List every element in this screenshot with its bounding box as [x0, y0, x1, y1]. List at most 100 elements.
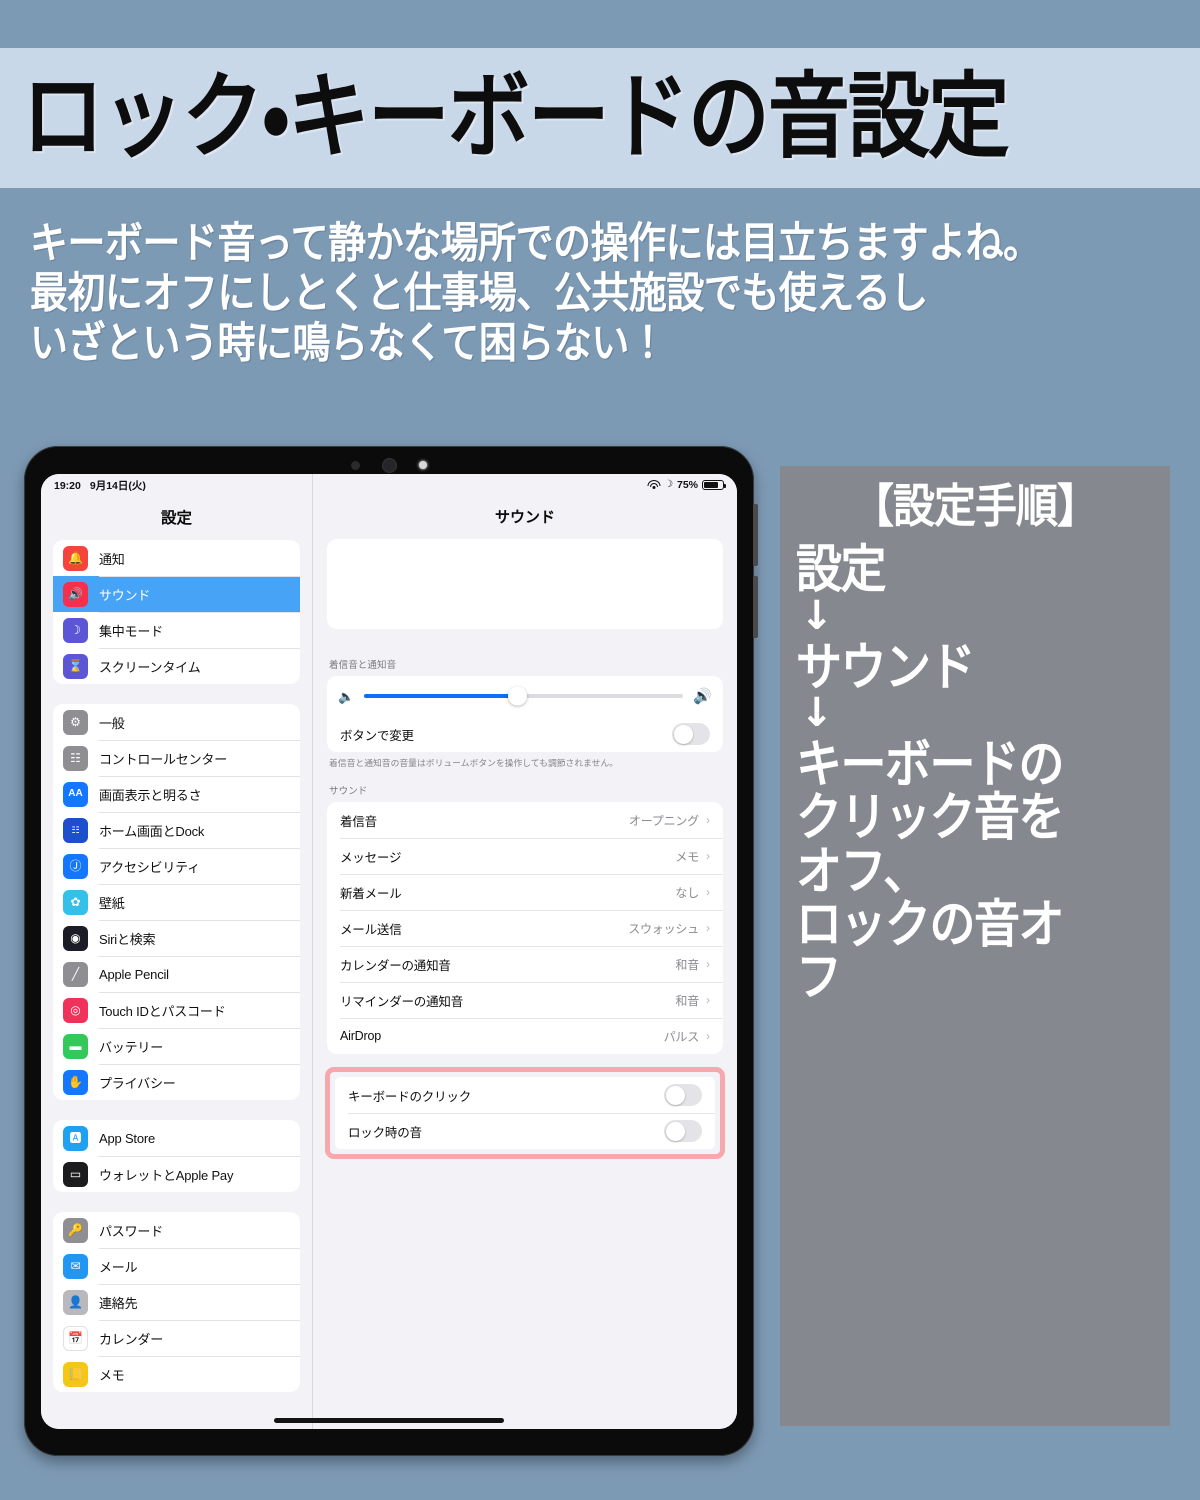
sidebar-item-privacy[interactable]: ✋ プライバシー [53, 1064, 300, 1100]
sidebar-item-battery[interactable]: ▬ バッテリー [53, 1028, 300, 1064]
sidebar-item-label: メール [99, 1259, 138, 1275]
sidebar-item-control-center[interactable]: ☷ コントロールセンター [53, 740, 300, 776]
sidebar-item-label: パスワード [99, 1223, 164, 1239]
sidebar-item-apple-pencil[interactable]: ╱ Apple Pencil [53, 956, 300, 992]
sound-row-message[interactable]: メッセージ メモ › [327, 838, 723, 874]
ringer-volume-slider-row[interactable]: 🔈 🔊 [327, 676, 723, 716]
sensor-light-icon [419, 461, 427, 469]
mail-icon: ✉ [63, 1253, 88, 1279]
subtitle-line-1: キーボード音って静かな場所での操作には目立ちますよね。 [30, 218, 1041, 268]
slider-fill [364, 694, 518, 698]
sidebar-item-app-store[interactable]: 🅰 App Store [53, 1120, 300, 1156]
sidebar-group-4: 🔑 パスワード ✉ メール 👤 連絡先 📅 カレンダー 📒 メモ [53, 1212, 300, 1392]
sidebar-item-wallpaper[interactable]: ✿ 壁紙 [53, 884, 300, 920]
sidebar-item-label: カレンダー [99, 1331, 164, 1347]
volume-down-button[interactable] [753, 576, 758, 638]
chevron-right-icon: › [706, 813, 710, 828]
sound-row-label: メッセージ [340, 850, 402, 865]
sidebar-item-label: ホーム画面とDock [99, 823, 205, 839]
highlight-annotation-box: キーボードのクリック ロック時の音 [325, 1067, 725, 1160]
sidebar-group-3: 🅰 App Store ▭ ウォレットとApple Pay [53, 1120, 300, 1192]
change-with-buttons-toggle[interactable] [672, 723, 710, 745]
sidebar-item-label: 集中モード [99, 623, 164, 639]
keyboard-clicks-row[interactable]: キーボードのクリック [335, 1077, 715, 1113]
speaker-icon: 🔊 [63, 581, 88, 607]
sound-row-label: 新着メール [340, 886, 402, 901]
ringer-volume-slider[interactable] [364, 686, 684, 706]
battery-icon: ▬ [63, 1033, 88, 1059]
sidebar-item-sounds[interactable]: 🔊 サウンド [53, 576, 300, 612]
volume-section-header: 着信音と通知音 [329, 660, 397, 671]
sound-row-reminder-alert[interactable]: リマインダーの通知音 和音 › [327, 982, 723, 1018]
sidebar-item-notes[interactable]: 📒 メモ [53, 1356, 300, 1392]
sound-row-label: カレンダーの通知音 [340, 958, 451, 973]
wifi-icon [647, 480, 661, 490]
sound-row-value: 和音 [675, 993, 699, 1008]
sound-row-new-mail[interactable]: 新着メール なし › [327, 874, 723, 910]
detail-title: サウンド [494, 509, 555, 526]
wallet-icon: ▭ [63, 1161, 88, 1187]
home-indicator[interactable] [274, 1418, 504, 1423]
sound-row-sent-mail[interactable]: メール送信 スウォッシュ › [327, 910, 723, 946]
sidebar-item-general[interactable]: ⚙ 一般 [53, 704, 300, 740]
sidebar-item-calendar[interactable]: 📅 カレンダー [53, 1320, 300, 1356]
sidebar-item-touchid-passcode[interactable]: ◎ Touch IDとパスコード [53, 992, 300, 1028]
appstore-icon: 🅰 [63, 1125, 88, 1151]
ipad-device: 19:20 9月14日(火) ☽ 75% 設定 🔔 通知 🔊 サウンド ☽ 集中… [24, 446, 758, 1456]
slider-knob[interactable] [507, 686, 527, 706]
chevron-right-icon: › [706, 849, 710, 864]
sound-row-calendar-alert[interactable]: カレンダーの通知音 和音 › [327, 946, 723, 982]
fingerprint-icon: ◎ [63, 997, 88, 1023]
sidebar-item-notifications[interactable]: 🔔 通知 [53, 540, 300, 576]
sound-row-value: メモ [675, 849, 699, 864]
hourglass-icon: ⌛ [63, 653, 88, 679]
sidebar-item-siri-search[interactable]: ◉ Siriと検索 [53, 920, 300, 956]
sound-row-airdrop[interactable]: AirDrop パルス › [327, 1018, 723, 1054]
arrow-down-icon-1: ↓ [800, 592, 834, 639]
sounds-card: 着信音 オープニング › メッセージ メモ › 新着メール なし › メール送信… [327, 802, 723, 1055]
notes-icon: 📒 [63, 1361, 88, 1387]
sound-row-label: メール送信 [340, 922, 402, 937]
sidebar-item-passwords[interactable]: 🔑 パスワード [53, 1212, 300, 1248]
sidebar-item-label: コントロールセンター [99, 751, 228, 767]
chevron-right-icon: › [706, 921, 710, 936]
sidebar-item-label: プライバシー [99, 1075, 176, 1091]
sound-row-value: なし [675, 885, 699, 900]
change-with-buttons-row[interactable]: ボタンで変更 [327, 716, 723, 752]
step-settings: 設定 [796, 539, 887, 600]
speaker-high-icon: 🔊 [693, 687, 712, 705]
sidebar-item-label: 通知 [99, 551, 125, 567]
battery-percent-label: 75% [676, 479, 698, 491]
step-detail-line-3: オフ、 [796, 840, 929, 902]
subtitle-block: キーボード音って静かな場所での操作には目立ちますよね。 最初にオフにしとくと仕事… [30, 218, 1180, 368]
sidebar-item-label: Apple Pencil [99, 966, 169, 982]
subtitle-line-2: 最初にオフにしとくと仕事場、公共施設でも使えるし [30, 268, 928, 318]
sidebar-item-contacts[interactable]: 👤 連絡先 [53, 1284, 300, 1320]
sidebar-item-accessibility[interactable]: Ⓙ アクセシビリティ [53, 848, 300, 884]
steps-instruction-panel: 【設定手順】 設定 ↓ サウンド ↓ キーボードの クリック音を オフ、 ロック… [780, 466, 1170, 1426]
battery-icon [702, 480, 726, 490]
keyboard-clicks-toggle[interactable] [664, 1084, 702, 1107]
sidebar-item-screentime[interactable]: ⌛ スクリーンタイム [53, 648, 300, 684]
settings-sidebar[interactable]: 設定 🔔 通知 🔊 サウンド ☽ 集中モード ⌛ スクリーンタイム ⚙ 一般 ☷… [41, 474, 313, 1429]
sidebar-item-focus[interactable]: ☽ 集中モード [53, 612, 300, 648]
volume-up-button[interactable] [753, 504, 758, 566]
sidebar-item-label: バッテリー [99, 1039, 164, 1055]
sidebar-item-wallet-apple-pay[interactable]: ▭ ウォレットとApple Pay [53, 1156, 300, 1192]
status-time: 19:20 [54, 479, 81, 492]
sidebar-item-home-screen-dock[interactable]: ☷ ホーム画面とDock [53, 812, 300, 848]
lock-sound-row[interactable]: ロック時の音 [335, 1113, 715, 1149]
sidebar-item-display-brightness[interactable]: AA 画面表示と明るさ [53, 776, 300, 812]
front-camera-icon [382, 457, 397, 473]
sound-row-ringtone[interactable]: 着信音 オープニング › [327, 802, 723, 838]
sidebar-group-2: ⚙ 一般 ☷ コントロールセンター AA 画面表示と明るさ ☷ ホーム画面とDo… [53, 704, 300, 1100]
contacts-icon: 👤 [63, 1289, 88, 1315]
lock-sound-toggle[interactable] [664, 1120, 702, 1143]
keyboard-clicks-label: キーボードのクリック [348, 1089, 472, 1104]
front-sensor-row [24, 454, 754, 476]
aa-icon: AA [63, 781, 88, 807]
sound-row-label: 着信音 [340, 814, 377, 829]
sidebar-item-mail[interactable]: ✉ メール [53, 1248, 300, 1284]
sound-row-label: リマインダーの通知音 [340, 994, 464, 1009]
sidebar-item-label: Siriと検索 [99, 931, 156, 947]
